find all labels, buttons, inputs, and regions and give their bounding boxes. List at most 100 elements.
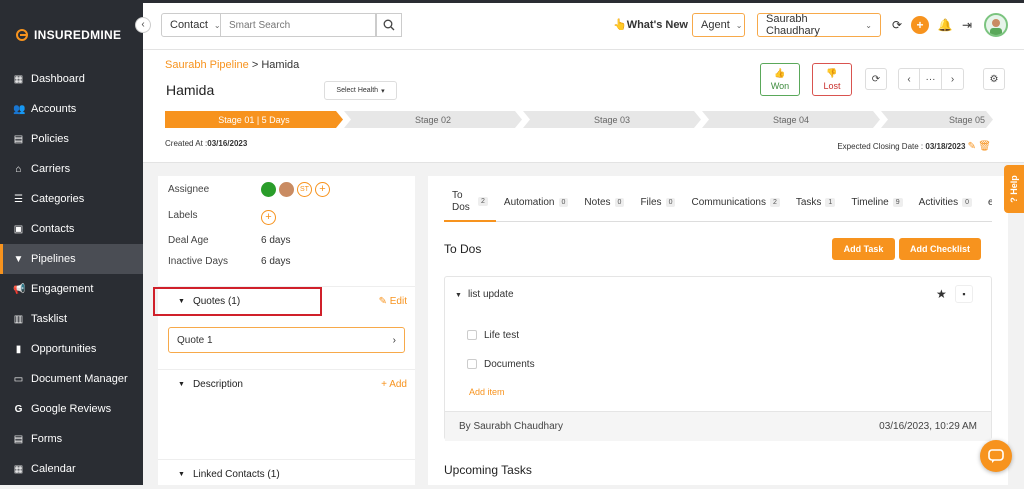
chat-button[interactable] (980, 440, 1012, 472)
smart-search-input[interactable] (221, 13, 376, 37)
tab-files[interactable]: Files 0 (632, 184, 683, 222)
avatar-initials[interactable]: ST (297, 182, 312, 197)
chevron-down-icon: ⌄ (865, 20, 872, 30)
tab-automation[interactable]: Automation 0 (496, 184, 577, 222)
checklist-title[interactable]: ▼ list update (455, 289, 514, 300)
won-button[interactable]: 👍 Won (760, 63, 800, 96)
more-options-button[interactable]: ··· (920, 68, 942, 90)
tab-esig[interactable]: eSig (980, 184, 992, 222)
previous-deal-button[interactable]: ‹ (898, 68, 920, 90)
sidebar-item-carriers[interactable]: ⌂ Carriers (0, 154, 143, 184)
add-checklist-button[interactable]: Add Checklist (899, 238, 981, 260)
thumbs-down-icon: 👎 (826, 68, 838, 78)
stage-2[interactable]: Stage 02 (344, 111, 522, 128)
search-type-select[interactable]: Contact ⌄ (161, 13, 221, 37)
sidebar-item-contacts[interactable]: ▣ Contacts (0, 214, 143, 244)
quote-item[interactable]: Quote 1 › (168, 327, 405, 353)
hand-icon: 👆 (613, 19, 627, 31)
settings-button[interactable]: ⚙ (983, 68, 1005, 90)
delete-checklist-button[interactable]: ▪ (955, 285, 973, 303)
sidebar-item-categories[interactable]: ☰ Categories (0, 184, 143, 214)
sidebar-item-accounts[interactable]: 👥 Accounts (0, 94, 143, 124)
deal-age-value: 6 days (261, 235, 291, 246)
sidebar-item-policies[interactable]: ▤ Policies (0, 124, 143, 154)
sidebar-item-calendar[interactable]: ▦ Calendar (0, 454, 143, 484)
quick-add-button[interactable]: + (911, 16, 929, 34)
logo-icon (16, 29, 28, 41)
deal-refresh-button[interactable]: ⟳ (865, 68, 887, 90)
deal-age-label: Deal Age (168, 235, 209, 246)
sidebar-item-tasklist[interactable]: ▥ Tasklist (0, 304, 143, 334)
user-select[interactable]: Saurabh Chaudhary ⌄ (757, 13, 881, 37)
tab-to-dos[interactable]: To Dos 2 (444, 184, 496, 222)
checklist-item-label: Life test (484, 330, 520, 341)
health-select[interactable]: Select Health ▾ (324, 81, 397, 100)
assignee-list: ST + (261, 182, 330, 197)
sidebar-item-engagement[interactable]: 📢 Engagement (0, 274, 143, 304)
checklist-checkbox[interactable] (467, 330, 477, 340)
sidebar-item-pipelines[interactable]: ▼ Pipelines (0, 244, 143, 274)
add-assignee-button[interactable]: + (315, 182, 330, 197)
edit-pencil-icon[interactable]: ✎ (968, 141, 976, 152)
help-tab[interactable]: ? Help (1004, 165, 1024, 213)
tab-tasks[interactable]: Tasks 1 (788, 184, 843, 222)
whats-new-link[interactable]: 👆What's New (613, 18, 688, 31)
user-avatar[interactable] (984, 13, 1008, 37)
stage-1[interactable]: Stage 01 | 5 Days (165, 111, 343, 128)
add-item-link[interactable]: Add item (469, 387, 505, 397)
lost-button[interactable]: 👎 Lost (812, 63, 852, 96)
checklist-timestamp: 03/16/2023, 10:29 AM (879, 421, 977, 432)
inactive-days-value: 6 days (261, 256, 291, 267)
messages-button[interactable]: ⇥ (958, 16, 976, 34)
checklist-item-label: Documents (484, 359, 535, 370)
sidebar-item-opportunities[interactable]: ▮ Opportunities (0, 334, 143, 364)
help-icon: ? (1009, 197, 1019, 203)
search-button[interactable] (376, 13, 402, 37)
chevron-right-icon: › (950, 73, 955, 85)
next-deal-button[interactable]: › (942, 68, 964, 90)
plus-icon: + (916, 18, 924, 32)
sidebar-item-dashboard[interactable]: ▦ Dashboard (0, 64, 143, 94)
sidebar-item-google-reviews[interactable]: G Google Reviews (0, 394, 143, 424)
tab-notes[interactable]: Notes 0 (576, 184, 632, 222)
checklist-checkbox[interactable] (467, 359, 477, 369)
sidebar: INSUREDMINE ▦ Dashboard 👥 Accounts ▤ Polici… (0, 0, 143, 485)
brand-logo[interactable]: INSUREDMINE (16, 28, 121, 42)
stage-5[interactable]: Stage 05 (881, 111, 993, 128)
sidebar-item-document-manager[interactable]: ▭ Document Manager (0, 364, 143, 394)
chevron-right-icon: › (392, 334, 396, 346)
activity-panel: To Dos 2 Automation 0 Notes 0 Files 0 Commun… (428, 176, 1008, 485)
avatar[interactable] (279, 182, 294, 197)
sidebar-collapse-button[interactable]: ‹ (135, 17, 151, 33)
folder-icon: ▭ (13, 373, 24, 385)
calendar-icon: ▦ (13, 463, 24, 475)
add-description-button[interactable]: + Add (381, 379, 407, 390)
edit-quotes-button[interactable]: ✎ Edit (379, 296, 407, 307)
tab-activities[interactable]: Activities 0 (911, 184, 980, 222)
notifications-button[interactable]: 🔔 (936, 16, 954, 34)
refresh-button[interactable]: ⟳ (888, 16, 906, 34)
policies-icon: ▤ (13, 133, 24, 145)
add-label-button[interactable]: + (261, 210, 276, 225)
page-title: Hamida (166, 82, 215, 98)
star-icon[interactable]: ★ (936, 287, 947, 301)
chat-icon (988, 449, 1004, 463)
breadcrumb-pipeline-link[interactable]: Saurabh Pipeline (165, 59, 249, 71)
dashboard-icon: ▦ (13, 73, 24, 85)
plus-icon: + (381, 379, 387, 390)
sidebar-item-forms[interactable]: ▤ Forms (0, 424, 143, 454)
brand-name: INSUREDMINE (34, 28, 122, 42)
description-section-header[interactable]: ▼ Description + Add (158, 369, 415, 399)
forms-icon: ▤ (13, 433, 24, 445)
avatar[interactable] (261, 182, 276, 197)
tab-timeline[interactable]: Timeline 9 (843, 184, 910, 222)
stage-4[interactable]: Stage 04 (702, 111, 880, 128)
tab-communications[interactable]: Communications 2 (683, 184, 787, 222)
refresh-icon: ⟳ (871, 73, 881, 85)
add-task-button[interactable]: Add Task (832, 238, 895, 260)
stage-3[interactable]: Stage 03 (523, 111, 701, 128)
pipelines-icon: ▼ (13, 253, 24, 265)
trash-icon[interactable]: 🗑 (978, 141, 991, 152)
checklist-author: By Saurabh Chaudhary (459, 421, 563, 432)
role-select[interactable]: Agent ⌄ (692, 13, 745, 37)
